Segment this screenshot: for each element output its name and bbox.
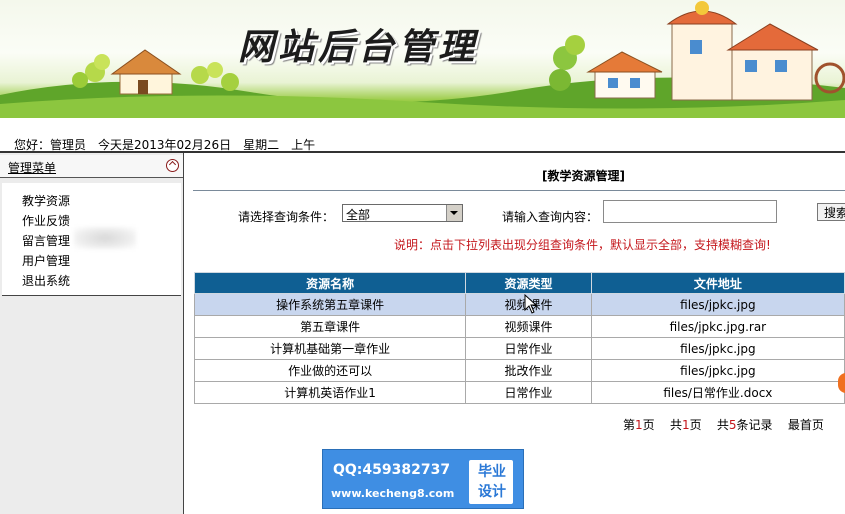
table-row[interactable]: 计算机基础第一章作业 日常作业 files/jpkc.jpg [193, 337, 845, 360]
pager-current-page: 第1页 [623, 418, 655, 432]
pager-total-pages: 共1页 [669, 418, 702, 432]
sidebar-header: 管理菜单 [0, 155, 183, 178]
search-button[interactable]: 搜索 [817, 203, 845, 221]
table-row[interactable]: 计算机英语作业1 日常作业 files/日常作业.docx [193, 381, 845, 404]
cell-resource-name: 计算机英语作业1 [193, 381, 467, 404]
blurred-region [74, 227, 136, 249]
title-divider [193, 190, 845, 191]
cell-file-path[interactable]: files/jpkc.jpg [590, 359, 845, 382]
search-hint: 说明：点击下拉列表出现分组查询条件，默认显示全部，支持模糊查询! [394, 238, 771, 252]
sidebar-item-user-management[interactable]: 用户管理 [22, 252, 70, 269]
table-row[interactable]: 操作系统第五章课件 视频课件 files/jpkc.jpg [193, 293, 845, 316]
column-header-type: 资源类型 [465, 272, 592, 294]
sidebar-item-message-management[interactable]: 留言管理 [22, 232, 70, 249]
sidebar-item-logout[interactable]: 退出系统 [22, 272, 70, 289]
cell-file-path[interactable]: files/jpkc.jpg [590, 337, 845, 360]
chevron-down-icon[interactable] [446, 205, 462, 221]
cell-resource-type: 视频课件 [465, 315, 592, 338]
pager-first-page-link[interactable]: 最首页 [788, 418, 824, 432]
cell-resource-name: 作业做的还可以 [193, 359, 467, 382]
watermark-badge-line2: 设计 [478, 484, 506, 500]
column-header-path: 文件地址 [590, 272, 845, 294]
query-content-input[interactable] [603, 200, 777, 223]
cell-resource-name: 计算机基础第一章作业 [193, 337, 467, 360]
table-row[interactable]: 作业做的还可以 批改作业 files/jpkc.jpg [193, 359, 845, 382]
watermark-qq: QQ:459382737 [333, 462, 451, 478]
cell-file-path[interactable]: files/日常作业.docx [590, 381, 845, 404]
sidebar: 管理菜单 教学资源 作业反馈 留言管理 用户管理 退出系统 [0, 153, 184, 514]
cell-file-path[interactable]: files/jpkc.jpg [590, 293, 845, 316]
cell-resource-name: 第五章课件 [193, 315, 467, 338]
sidebar-item-homework-feedback[interactable]: 作业反馈 [22, 212, 70, 229]
header-banner: 网站后台管理 [0, 0, 845, 118]
sidebar-title: 管理菜单 [8, 161, 57, 175]
banner-title: 网站后台管理 [238, 26, 479, 68]
query-condition-value: 全部 [346, 208, 371, 222]
cell-resource-type: 日常作业 [465, 381, 592, 404]
page-title: [教学资源管理] [542, 169, 625, 183]
column-header-name: 资源名称 [193, 272, 467, 294]
watermark-banner: QQ:459382737 www.kecheng8.com 毕业 设计 [322, 449, 524, 509]
cell-resource-name: 操作系统第五章课件 [193, 293, 467, 316]
pager-record-count: 共5条记录 [716, 418, 773, 432]
edge-marker-icon [838, 373, 845, 393]
mouse-pointer-icon [524, 294, 538, 314]
collapse-icon[interactable] [166, 159, 179, 172]
table-row[interactable]: 第五章课件 视频课件 files/jpkc.jpg.rar [193, 315, 845, 338]
watermark-badge: 毕业 设计 [469, 460, 513, 504]
query-content-label: 请输入查询内容： [502, 210, 599, 224]
query-condition-label: 请选择查询条件： [238, 210, 335, 224]
cell-file-path[interactable]: files/jpkc.jpg.rar [590, 315, 845, 338]
sidebar-menu: 教学资源 作业反馈 留言管理 用户管理 退出系统 [2, 183, 181, 296]
cell-resource-type: 批改作业 [465, 359, 592, 382]
cell-resource-type: 日常作业 [465, 337, 592, 360]
watermark-badge-line1: 毕业 [478, 464, 506, 480]
watermark-url: www.kecheng8.com [331, 487, 455, 500]
table-header-row: 资源名称 资源类型 文件地址 [193, 272, 845, 294]
sidebar-item-teaching-resources[interactable]: 教学资源 [22, 192, 70, 209]
resource-table: 资源名称 资源类型 文件地址 操作系统第五章课件 视频课件 files/jpkc… [193, 272, 845, 404]
query-condition-select[interactable]: 全部 [342, 204, 463, 222]
pagination: 第1页 共1页 共5条记录 最首页 [623, 416, 824, 433]
